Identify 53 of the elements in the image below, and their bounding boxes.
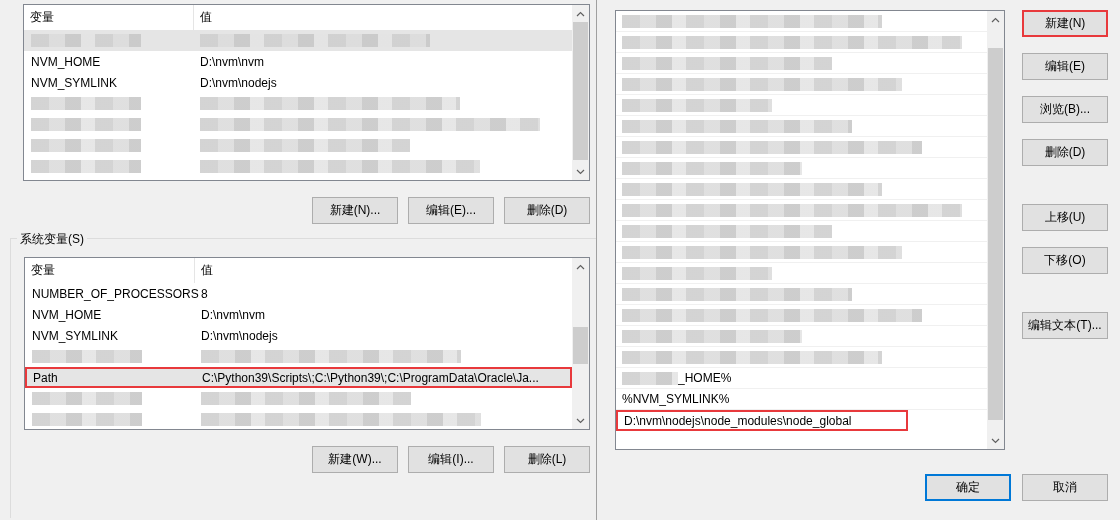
scroll-down-icon[interactable] xyxy=(991,437,1000,444)
scroll-up-icon[interactable] xyxy=(991,16,1000,23)
variable-row[interactable]: NVM_SYMLINK D:\nvm\nodejs xyxy=(24,72,572,93)
variable-row[interactable]: NUMBER_OF_PROCESSORS 8 xyxy=(25,283,572,304)
scrollbar[interactable] xyxy=(987,11,1004,449)
variable-value: D:\nvm\nodejs xyxy=(200,328,279,343)
variable-row[interactable]: NVM_HOME D:\nvm\nvm xyxy=(24,51,572,72)
column-header[interactable]: 变量 xyxy=(25,258,195,283)
scrollbar-thumb[interactable] xyxy=(573,22,588,161)
dialog-button[interactable]: 新建(N)... xyxy=(312,197,398,224)
column-header[interactable]: 值 xyxy=(195,258,572,283)
variable-value: 8 xyxy=(200,286,209,301)
dialog-button[interactable]: 编辑(E)... xyxy=(408,197,494,224)
path-entry[interactable]: _HOME% xyxy=(616,368,987,389)
variable-value: D:\nvm\nodejs xyxy=(199,75,278,90)
path-entry[interactable]: %NVM_SYMLINK% xyxy=(616,389,987,410)
scroll-up-icon[interactable] xyxy=(576,10,585,17)
dialog-button[interactable]: 取消 xyxy=(1022,474,1108,501)
variable-value: C:\Python39\Scripts\;C:\Python39\;C:\ProgramData\Oracle\Ja... xyxy=(201,370,540,385)
dialog-button[interactable]: 编辑(I)... xyxy=(408,446,494,473)
path-text: _HOME% xyxy=(678,371,732,385)
path-entry[interactable]: D:\nvm\nodejs\node_modules\node_global xyxy=(616,410,908,431)
dialog-button[interactable]: 浏览(B)... xyxy=(1022,96,1108,123)
variable-name: NVM_SYMLINK xyxy=(30,75,119,90)
variable-value: D:\nvm\nvm xyxy=(200,307,266,322)
scrollbar-thumb[interactable] xyxy=(573,327,588,365)
blurred-text xyxy=(622,371,678,385)
dialog-button[interactable]: 下移(O) xyxy=(1022,247,1108,274)
group-title: 系统变量(S) xyxy=(17,231,87,248)
dialog-button[interactable]: 确定 xyxy=(925,474,1011,501)
dialog-button[interactable]: 删除(D) xyxy=(504,197,590,224)
variable-row[interactable]: NVM_SYMLINK D:\nvm\nodejs xyxy=(25,325,572,346)
scroll-down-icon[interactable] xyxy=(576,168,585,175)
dialog-button[interactable]: 删除(D) xyxy=(1022,139,1108,166)
scroll-down-icon[interactable] xyxy=(576,417,585,424)
variable-name: NVM_SYMLINK xyxy=(31,328,120,343)
scroll-up-icon[interactable] xyxy=(576,263,585,270)
scrollbar-thumb[interactable] xyxy=(988,48,1003,420)
dialog-button[interactable]: 新建(W)... xyxy=(312,446,398,473)
dialog-button[interactable]: 编辑文本(T)... xyxy=(1022,312,1108,339)
variable-name: Path xyxy=(32,370,59,385)
dialog-button[interactable]: 删除(L) xyxy=(504,446,590,473)
variable-name: NVM_HOME xyxy=(30,54,102,69)
scrollbar[interactable] xyxy=(572,258,589,429)
variable-value: D:\nvm\nvm xyxy=(199,54,265,69)
variable-row[interactable]: NVM_HOME D:\nvm\nvm xyxy=(25,304,572,325)
dialog-button[interactable]: 上移(U) xyxy=(1022,204,1108,231)
dialog-button[interactable]: 编辑(E) xyxy=(1022,53,1108,80)
scrollbar[interactable] xyxy=(572,5,589,180)
variable-name: NVM_HOME xyxy=(31,307,103,322)
column-header[interactable]: 值 xyxy=(194,5,572,30)
dialog-button[interactable]: 新建(N) xyxy=(1022,10,1108,37)
variable-row[interactable]: Path C:\Python39\Scripts\;C:\Python39\;C:\ProgramData\Oracle\Ja... xyxy=(25,367,572,388)
